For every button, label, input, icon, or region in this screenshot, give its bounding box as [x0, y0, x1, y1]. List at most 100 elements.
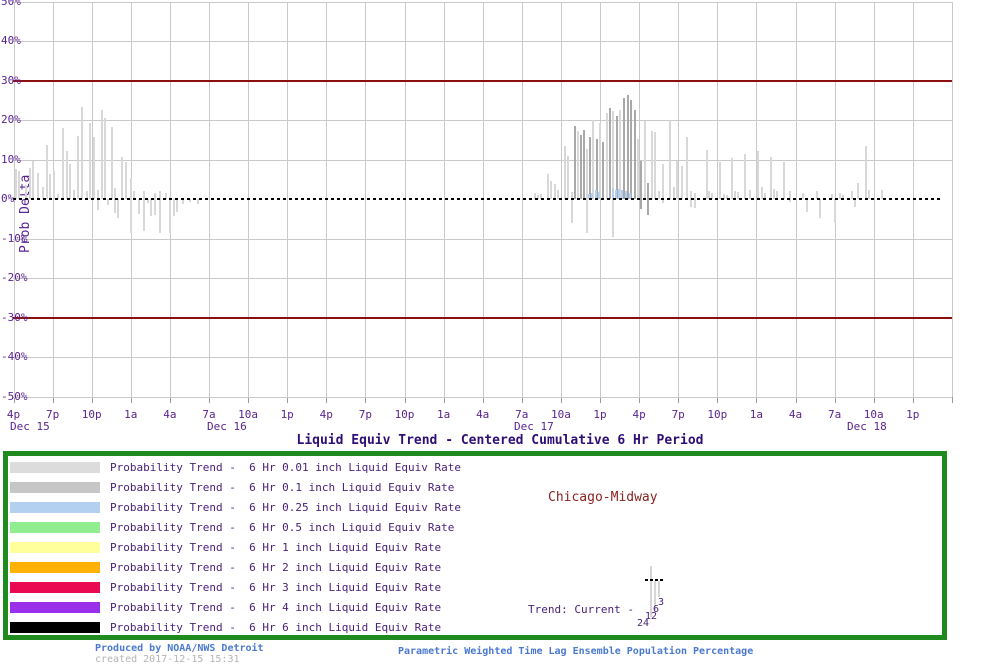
x-axis-tick — [796, 397, 797, 403]
horizontal-gridline — [13, 397, 952, 398]
legend-label: Probability Trend - 6 Hr 3 inch Liquid E… — [110, 581, 441, 594]
ensemble-bar — [150, 199, 152, 216]
legend-swatch — [10, 502, 100, 513]
ensemble-bar — [66, 151, 68, 199]
ensemble-bar — [117, 199, 119, 218]
ensemble-bar — [567, 156, 569, 199]
x-tick-label: 10p — [75, 409, 109, 421]
ensemble-bar — [53, 171, 55, 199]
x-axis-tick — [717, 397, 718, 403]
ensemble-bar — [616, 116, 618, 199]
legend-row: Probability Trend - 6 Hr 4 inch Liquid E… — [8, 600, 928, 620]
ensemble-bar — [612, 111, 614, 236]
y-tick-label: -50% — [1, 391, 28, 402]
ensemble-bar — [583, 130, 585, 199]
ensemble-bar — [586, 149, 588, 234]
y-tick-label: -10% — [1, 233, 28, 244]
x-axis-tick — [678, 397, 679, 403]
x-axis-tick — [53, 397, 54, 403]
ensemble-bar — [627, 95, 629, 199]
ensemble-bar — [865, 146, 867, 199]
ensemble-bar — [602, 142, 604, 199]
ensemble-bar — [173, 199, 175, 216]
horizontal-gridline — [13, 278, 952, 279]
x-tick-label: 1a — [739, 409, 773, 421]
ensemble-bar — [574, 126, 576, 199]
zero-line — [13, 198, 940, 200]
ensemble-bar — [89, 123, 91, 199]
x-axis-tick — [444, 397, 445, 403]
ensemble-bar — [130, 178, 132, 234]
x-tick-label: 1p — [896, 409, 930, 421]
x-axis-tick — [561, 397, 562, 403]
x-tick-label: 4a — [153, 409, 187, 421]
x-tick-label: 4p — [309, 409, 343, 421]
x-axis-tick — [600, 397, 601, 403]
ensemble-bar — [637, 139, 639, 199]
legend-swatch — [10, 582, 100, 593]
y-tick-label: -40% — [1, 351, 28, 362]
x-axis-tick — [756, 397, 757, 403]
ensemble-bar — [125, 162, 127, 199]
x-tick-label: 4a — [466, 409, 500, 421]
legend-swatch — [10, 622, 100, 633]
ensemble-bar — [62, 128, 64, 199]
x-axis-tick — [170, 397, 171, 403]
ensemble-bar — [619, 110, 621, 199]
ensemble-bar — [589, 137, 591, 199]
ensemble-bar — [169, 197, 171, 233]
legend-row: Probability Trend - 6 Hr 0.25 inch Liqui… — [8, 500, 928, 520]
horizontal-gridline — [13, 41, 952, 42]
x-date-label: Dec 16 — [207, 421, 247, 433]
trend-current-label: Trend: Current - — [528, 603, 634, 616]
threshold-line — [13, 317, 952, 319]
legend-label: Probability Trend - 6 Hr 6 inch Liquid E… — [110, 621, 441, 634]
ensemble-bar — [644, 121, 646, 199]
x-tick-label: 10p — [388, 409, 422, 421]
footer-created-timestamp: created 2017-12-15 15:31 — [95, 654, 240, 665]
y-tick-label: 30% — [1, 75, 21, 86]
trend-chart-page: 50%40%30%20%10%0%-10%-20%-30%-40%-50%4p7… — [0, 0, 1000, 670]
ensemble-bar — [121, 157, 123, 199]
ensemble-bar — [681, 166, 683, 199]
y-tick-label: 20% — [1, 114, 21, 125]
x-tick-label: 4p — [622, 409, 656, 421]
y-tick-label: -30% — [1, 312, 28, 323]
ensemble-bar — [29, 168, 31, 199]
x-date-label: Dec 18 — [847, 421, 887, 433]
legend-label: Probability Trend - 6 Hr 1 inch Liquid E… — [110, 541, 441, 554]
legend-swatch — [10, 562, 100, 573]
ensemble-bar — [634, 110, 636, 199]
x-axis-tick — [131, 397, 132, 403]
ensemble-bar — [694, 193, 696, 208]
legend-swatch — [10, 482, 100, 493]
ensemble-bar — [744, 154, 746, 199]
x-axis-tick — [248, 397, 249, 403]
ensemble-bar — [686, 137, 688, 199]
x-axis-tick — [209, 397, 210, 403]
y-tick-label: 40% — [1, 35, 21, 46]
horizontal-gridline — [13, 160, 952, 161]
ensemble-bar — [640, 161, 642, 209]
inset-bar-lag — [658, 581, 660, 597]
x-date-label: Dec 17 — [514, 421, 554, 433]
ensemble-bar — [676, 161, 678, 199]
ensemble-bar — [819, 199, 821, 218]
x-tick-label: 10p — [700, 409, 734, 421]
horizontal-gridline — [13, 120, 952, 121]
ensemble-bar — [104, 118, 106, 199]
x-axis-tick — [326, 397, 327, 403]
ensemble-bar — [789, 191, 791, 202]
ensemble-bar — [623, 98, 625, 199]
ensemble-bar — [719, 162, 721, 199]
vertical-gridline — [952, 2, 953, 397]
ensemble-bar — [564, 146, 566, 199]
x-tick-label: 1p — [583, 409, 617, 421]
ensemble-bar — [571, 192, 573, 223]
ensemble-bar — [18, 171, 20, 199]
x-tick-label: 7p — [348, 409, 382, 421]
ensemble-bar — [731, 158, 733, 199]
x-tick-label: 1a — [427, 409, 461, 421]
ensemble-bar — [114, 188, 116, 213]
ensemble-bar — [669, 120, 671, 199]
